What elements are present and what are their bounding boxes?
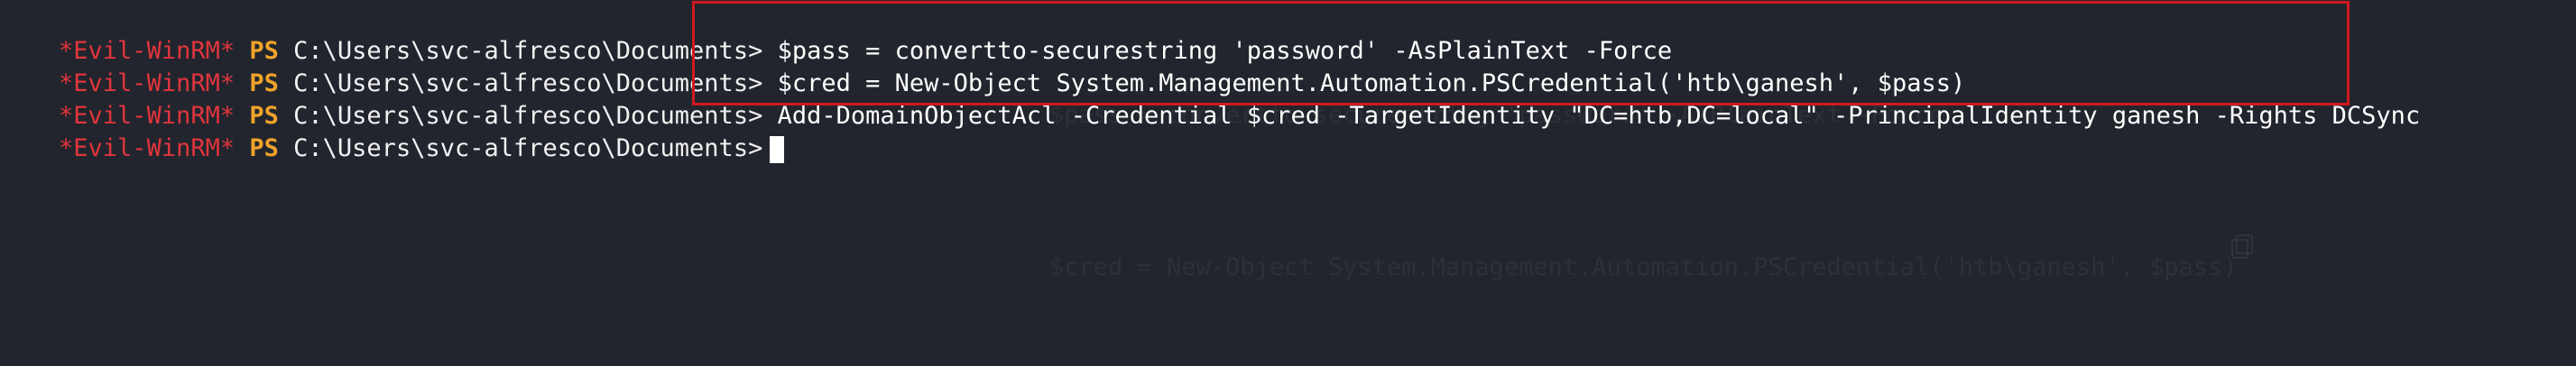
terminal-line: *Evil-WinRM* PS C:\Users\svc-alfresco\Do…	[0, 3, 1672, 65]
prompt-shell: PS	[249, 134, 279, 162]
prompt-path: C:\Users\svc-alfresco\Documents>	[293, 134, 763, 162]
terminal-window[interactable]: $pass = convertto-securestring 'password…	[0, 0, 2576, 366]
prompt-name: *Evil-WinRM*	[59, 134, 235, 162]
ghost-text-line: $cred = New-Object System.Management.Aut…	[1049, 253, 2238, 281]
terminal-line: *Evil-WinRM* PS C:\Users\svc-alfresco\Do…	[0, 35, 1965, 97]
terminal-line: *Evil-WinRM* PS C:\Users\svc-alfresco\Do…	[0, 68, 2420, 130]
copy-icon	[2231, 234, 2253, 259]
terminal-input-line[interactable]: *Evil-WinRM* PS C:\Users\svc-alfresco\Do…	[0, 100, 785, 163]
text-cursor[interactable]	[770, 135, 785, 163]
command-text: Add-DomainObjectAcl -Credential $cred -T…	[777, 102, 2421, 130]
